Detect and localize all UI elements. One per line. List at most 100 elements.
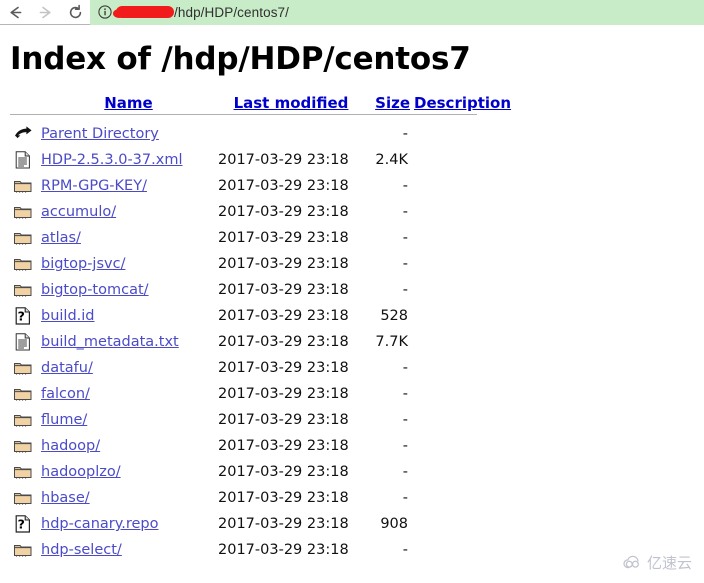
file-link[interactable]: bigtop-jsvc/ <box>41 256 125 272</box>
text-document-icon <box>15 151 30 169</box>
row-icon-cell <box>10 329 41 355</box>
row-name-cell: atlas/ <box>41 225 216 251</box>
row-last-modified-cell: 2017-03-29 23:18 <box>218 542 349 559</box>
forward-button[interactable] <box>30 0 60 25</box>
header-date-cell: Last modified <box>216 94 366 112</box>
row-last-modified-cell: 2017-03-29 23:18 <box>218 386 349 403</box>
forward-arrow-icon <box>39 6 51 18</box>
table-row[interactable]: hadoop/2017-03-29 23:18 - <box>10 433 511 459</box>
table-row[interactable]: bigtop-jsvc/2017-03-29 23:18 - <box>10 251 511 277</box>
table-row[interactable]: flume/2017-03-29 23:18 - <box>10 407 511 433</box>
row-name-cell: build.id <box>41 303 216 329</box>
file-link[interactable]: falcon/ <box>41 386 90 402</box>
table-row[interactable]: hdp-select/2017-03-29 23:18 - <box>10 537 511 563</box>
file-link[interactable]: accumulo/ <box>41 204 116 220</box>
row-description-cell <box>410 251 511 277</box>
row-name-cell: HDP-2.5.3.0-37.xml <box>41 147 216 173</box>
table-row[interactable]: accumulo/2017-03-29 23:18 - <box>10 199 511 225</box>
row-size-cell: 7.7K <box>375 334 408 351</box>
table-row[interactable]: hbase/2017-03-29 23:18 - <box>10 485 511 511</box>
table-row[interactable]: datafu/2017-03-29 23:18 - <box>10 355 511 381</box>
row-icon-cell <box>10 225 41 251</box>
row-description-cell <box>410 381 511 407</box>
table-row[interactable]: Parent Directory - <box>10 121 511 147</box>
table-header-row: Name Last modified Size Description <box>10 94 511 112</box>
row-description-cell <box>410 147 511 173</box>
file-link[interactable]: hadoop/ <box>41 438 100 454</box>
file-link[interactable]: datafu/ <box>41 360 93 376</box>
table-row[interactable]: bigtop-tomcat/2017-03-29 23:18 - <box>10 277 511 303</box>
row-description-cell <box>410 537 511 563</box>
row-description-cell <box>410 433 511 459</box>
row-size-cell: - <box>402 542 408 559</box>
file-link[interactable]: bigtop-tomcat/ <box>41 282 149 298</box>
folder-icon <box>14 233 32 245</box>
row-description-cell <box>410 277 511 303</box>
folder-icon <box>14 181 32 193</box>
row-name-cell: bigtop-tomcat/ <box>41 277 216 303</box>
sort-by-size-link[interactable]: Size <box>375 94 410 112</box>
header-size-cell: Size <box>366 94 410 112</box>
folder-icon <box>14 415 32 427</box>
row-description-cell <box>410 511 511 537</box>
file-link[interactable]: hadooplzo/ <box>41 464 121 480</box>
file-link[interactable]: hdp-select/ <box>41 542 122 558</box>
row-name-cell: hadoop/ <box>41 433 216 459</box>
file-link[interactable]: HDP-2.5.3.0-37.xml <box>41 152 182 168</box>
table-row[interactable]: atlas/2017-03-29 23:18 - <box>10 225 511 251</box>
reload-icon <box>69 4 81 18</box>
row-name-cell: hbase/ <box>41 485 216 511</box>
folder-icon <box>14 285 32 297</box>
back-button[interactable] <box>0 0 30 25</box>
address-bar[interactable]: /hdp/HDP/centos7/ <box>90 0 704 25</box>
row-size-cell: - <box>402 412 408 429</box>
row-description-cell <box>410 303 511 329</box>
sort-by-last-modified-link[interactable]: Last modified <box>234 94 349 112</box>
row-last-modified-cell: 2017-03-29 23:18 <box>218 204 349 221</box>
table-row[interactable]: ? build.id 2017-03-29 23:18 528 <box>10 303 511 329</box>
file-link[interactable]: atlas/ <box>41 230 81 246</box>
table-row[interactable]: falcon/2017-03-29 23:18 - <box>10 381 511 407</box>
directory-index-table: Name Last modified Size Description Pare… <box>10 94 511 563</box>
page-title: Index of /hdp/HDP/centos7 <box>10 41 471 77</box>
row-size-cell: - <box>402 438 408 455</box>
table-row[interactable]: HDP-2.5.3.0-37.xml 2017-03-29 23:18 2.4K <box>10 147 511 173</box>
reload-button[interactable] <box>60 0 90 25</box>
file-link[interactable]: build.id <box>41 308 95 324</box>
file-link[interactable]: hbase/ <box>41 490 90 506</box>
folder-icon <box>14 389 32 401</box>
folder-icon <box>14 207 32 219</box>
file-link[interactable]: flume/ <box>41 412 87 428</box>
row-description-cell <box>410 329 511 355</box>
parent-directory-icon <box>15 126 32 139</box>
site-info-icon[interactable] <box>97 5 112 20</box>
file-link[interactable]: hdp-canary.repo <box>41 516 159 532</box>
row-description-cell <box>410 199 511 225</box>
sort-by-name-link[interactable]: Name <box>104 94 152 112</box>
folder-icon <box>14 545 32 557</box>
table-row[interactable]: hadooplzo/2017-03-29 23:18 - <box>10 459 511 485</box>
file-link[interactable]: build_metadata.txt <box>41 334 179 350</box>
redacted-hostname <box>113 4 174 20</box>
row-icon-cell <box>10 485 41 511</box>
row-description-cell <box>410 173 511 199</box>
table-row[interactable]: build_metadata.txt 2017-03-29 23:18 7.7K <box>10 329 511 355</box>
header-name-cell: Name <box>41 94 216 112</box>
row-last-modified-cell: 2017-03-29 23:18 <box>218 438 349 455</box>
folder-icon <box>14 493 32 505</box>
row-icon-cell <box>10 459 41 485</box>
row-last-modified-cell: 2017-03-29 23:18 <box>218 152 349 169</box>
row-icon-cell <box>10 407 41 433</box>
row-name-cell: datafu/ <box>41 355 216 381</box>
row-name-cell: falcon/ <box>41 381 216 407</box>
row-size-cell: - <box>402 204 408 221</box>
file-link[interactable]: Parent Directory <box>41 126 159 142</box>
table-row[interactable]: RPM-GPG-KEY/2017-03-29 23:18 - <box>10 173 511 199</box>
row-last-modified-cell: 2017-03-29 23:18 <box>218 178 349 195</box>
table-row[interactable]: ? hdp-canary.repo 2017-03-29 23:18 908 <box>10 511 511 537</box>
file-link[interactable]: RPM-GPG-KEY/ <box>41 178 147 194</box>
row-size-cell: 528 <box>380 308 408 325</box>
row-icon-cell <box>10 173 41 199</box>
row-size-cell: - <box>402 256 408 273</box>
sort-by-description-link[interactable]: Description <box>414 94 511 112</box>
